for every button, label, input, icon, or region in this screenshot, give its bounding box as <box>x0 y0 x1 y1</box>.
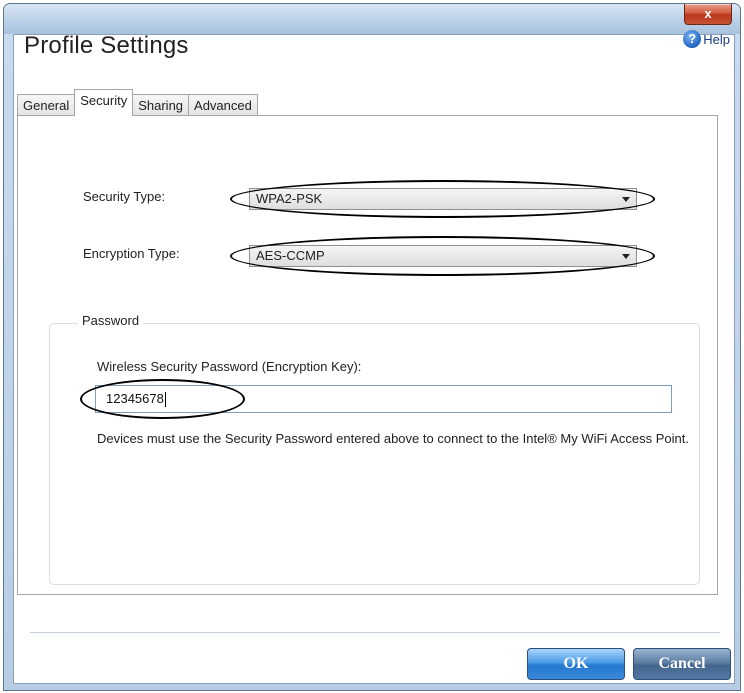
close-button[interactable]: x <box>684 4 732 25</box>
ok-button[interactable]: OK <box>527 648 625 680</box>
footer-divider <box>30 632 720 633</box>
tab-sharing[interactable]: Sharing <box>132 94 190 116</box>
help-link[interactable]: ? Help <box>683 30 730 48</box>
password-input[interactable]: 12345678 <box>95 385 672 413</box>
page-title: Profile Settings <box>24 32 189 59</box>
chevron-down-icon <box>622 197 630 202</box>
help-label: Help <box>703 31 730 47</box>
text-caret <box>164 392 166 408</box>
chevron-down-icon <box>622 254 630 259</box>
tab-advanced[interactable]: Advanced <box>188 94 258 116</box>
encryption-type-dropdown[interactable]: AES-CCMP <box>249 245 637 267</box>
password-note: Devices must use the Security Password e… <box>97 431 689 446</box>
title-bar: x <box>4 4 740 34</box>
tab-security[interactable]: Security <box>74 89 134 116</box>
cancel-button[interactable]: Cancel <box>633 648 731 680</box>
encryption-type-value: AES-CCMP <box>256 248 325 263</box>
encryption-type-label: Encryption Type: <box>83 246 180 261</box>
tab-general[interactable]: General <box>17 94 76 116</box>
tab-strip: General Security Sharing Advanced <box>17 88 258 116</box>
password-group-label: Password <box>78 313 144 328</box>
password-value: 12345678 <box>106 391 164 406</box>
help-icon: ? <box>683 30 702 48</box>
security-type-label: Security Type: <box>83 189 166 204</box>
security-type-value: WPA2-PSK <box>256 191 323 206</box>
security-type-dropdown[interactable]: WPA2-PSK <box>249 188 637 210</box>
close-icon: x <box>704 6 712 21</box>
password-field-label: Wireless Security Password (Encryption K… <box>97 359 362 374</box>
